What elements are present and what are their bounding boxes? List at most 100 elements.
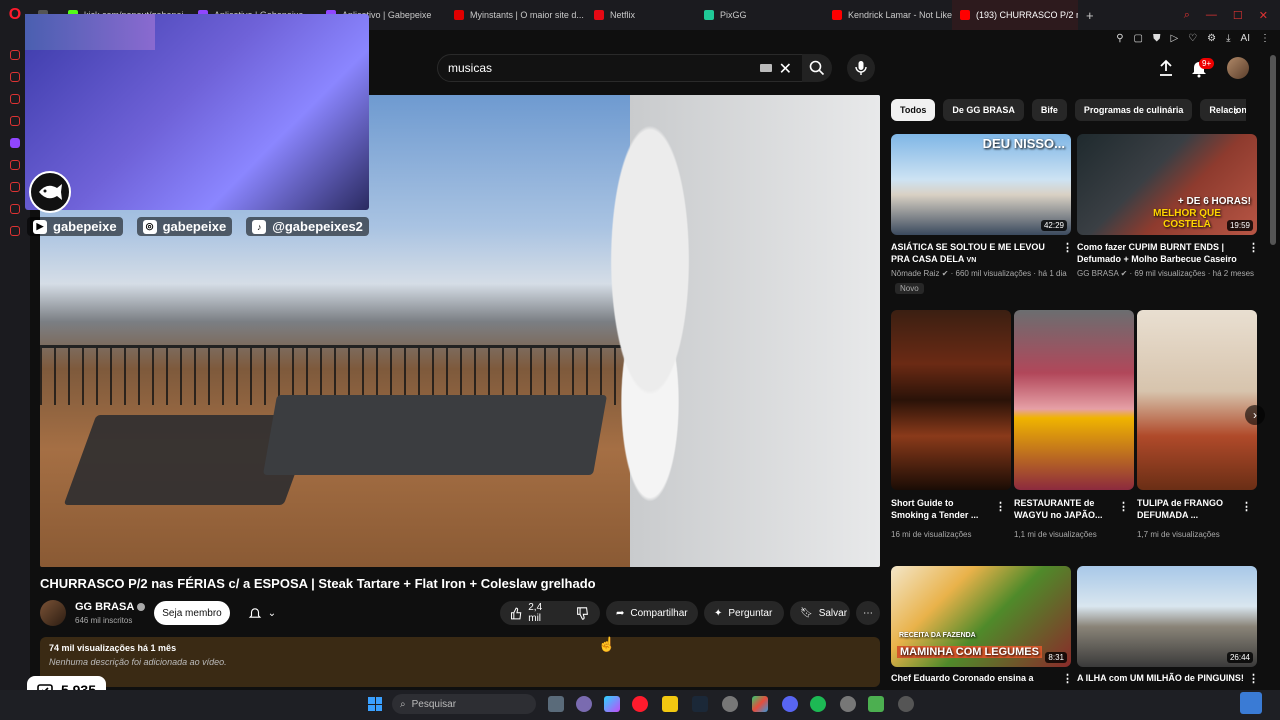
shorts-next-button[interactable]: › [1245, 405, 1265, 425]
tab-churrasco-active[interactable]: (193) CHURRASCO P/2 na... [952, 0, 1078, 30]
channel-avatar[interactable] [40, 600, 66, 626]
shield-icon[interactable]: ⛊ [1153, 33, 1161, 44]
short-menu-icon[interactable]: ⋮ [1118, 500, 1129, 513]
chip-programas-culinaria[interactable]: Programas de culinária [1074, 99, 1193, 121]
minimize-icon[interactable]: — [1206, 9, 1217, 22]
search-input[interactable]: musicas ✕ [437, 54, 803, 82]
more-actions-button[interactable]: ⋯ [856, 601, 880, 625]
chip-todos[interactable]: Todos [891, 99, 936, 121]
discord-icon[interactable] [782, 696, 798, 712]
channel-name[interactable]: GG BRASA [75, 601, 146, 613]
ask-button[interactable]: ✦ Perguntar [704, 601, 784, 625]
rec-menu-icon[interactable]: ⋮ [1248, 672, 1259, 685]
rec-title[interactable]: Chef Eduardo Coronado ensina a [891, 672, 1061, 684]
short-thumbnail[interactable] [891, 310, 1011, 490]
sidebar-app-icon[interactable] [10, 72, 20, 82]
opera-icon[interactable] [632, 696, 648, 712]
download-icon[interactable]: ⤓ [1226, 33, 1230, 44]
taskbar-app-icon[interactable] [868, 696, 884, 712]
system-tray-icon[interactable] [1240, 692, 1262, 714]
description-text: Nenhuma descrição foi adicionada ao víde… [49, 657, 227, 667]
subscription-bell-button[interactable]: ⌄ [240, 601, 284, 625]
taskbar-app-icon[interactable] [898, 696, 914, 712]
stream-socials: ▶ gabepeixe ◎ gabepeixe ♪ @gabepeixes2 [27, 217, 369, 236]
tab-myinstants[interactable]: Myinstants | O maior site d... [446, 0, 586, 30]
short-menu-icon[interactable]: ⋮ [995, 500, 1006, 513]
chip-de-gg-brasa[interactable]: De GG BRASA [943, 99, 1024, 121]
maximize-icon[interactable]: ☐ [1233, 9, 1243, 22]
rec-channel[interactable]: GG BRASA [1077, 269, 1118, 278]
short-menu-icon[interactable]: ⋮ [1241, 500, 1252, 513]
short-title[interactable]: RESTAURANTE de WAGYU no JAPÃO... [1014, 497, 1118, 521]
tab-netflix[interactable]: Netflix [586, 0, 696, 30]
sidebar-app-icon[interactable] [10, 182, 20, 192]
page-scrollbar[interactable] [1270, 55, 1276, 245]
more-icon: ⋯ [863, 607, 873, 619]
tab-label: Kendrick Lamar - Not Like... [848, 10, 952, 20]
short-title[interactable]: Short Guide to Smoking a Tender ... [891, 497, 991, 521]
spotify-icon[interactable] [810, 696, 826, 712]
short-views: 16 mi de visualizações [891, 530, 972, 539]
taskbar-app-icon[interactable] [722, 696, 738, 712]
ai-button[interactable]: AI [1241, 33, 1250, 44]
rec-channel[interactable]: Nômade Raiz [891, 269, 939, 278]
account-avatar[interactable] [1227, 57, 1249, 79]
settings-icon[interactable] [10, 226, 20, 236]
filter-chips: Todos De GG BRASA Bife Programas de culi… [891, 99, 1246, 121]
twitch-icon[interactable] [10, 138, 20, 148]
chip-relacionado[interactable]: Relacionado [1200, 99, 1246, 121]
tab-pixgg[interactable]: PixGG [696, 0, 824, 30]
sidebar-app-icon[interactable] [10, 204, 20, 214]
taskbar-search[interactable]: ⌕ Pesquisar [392, 694, 536, 714]
windows-start-icon[interactable] [368, 697, 382, 711]
rec-thumbnail[interactable]: 26:44 [1077, 566, 1257, 667]
snapshot-icon[interactable]: ▢ [1134, 33, 1143, 44]
pin-icon[interactable]: ⚲ [1116, 33, 1123, 44]
extensions-icon[interactable]: ⚙ [1207, 33, 1216, 44]
sidebar-app-icon[interactable] [10, 160, 20, 170]
sidebar-app-icon[interactable] [10, 116, 20, 126]
short-title[interactable]: TULIPA de FRANGO DEFUMADA ... [1137, 497, 1241, 521]
share-button[interactable]: ➦ Compartilhar [606, 601, 698, 625]
clear-search-icon[interactable]: ✕ [779, 59, 792, 79]
sidebar-app-icon[interactable] [10, 50, 20, 60]
description-box[interactable]: 74 mil visualizações há 1 mês Nenhuma de… [40, 637, 880, 687]
short-thumbnail[interactable] [1014, 310, 1134, 490]
search-button[interactable] [802, 54, 832, 82]
search-tabs-icon[interactable]: ⌕ [1184, 9, 1190, 22]
taskbar-app-icon[interactable] [752, 696, 768, 712]
rec-title[interactable]: A ILHA com UM MILHÃO de PINGUINS! [1077, 672, 1247, 684]
rec-menu-icon[interactable]: ⋮ [1248, 241, 1259, 254]
rec-title[interactable]: ASIÁTICA SE SOLTOU E ME LEVOU PRA CASA D… [891, 241, 1061, 267]
short-thumbnail[interactable] [1137, 310, 1257, 490]
copilot-icon[interactable] [604, 696, 620, 712]
rec-menu-icon[interactable]: ⋮ [1062, 241, 1073, 254]
task-view-icon[interactable] [548, 696, 564, 712]
like-button[interactable]: 2,4 mil [500, 601, 566, 625]
rec-thumbnail[interactable]: RECEITA DA FAZENDA MAMINHA COM LEGUMES 8… [891, 566, 1071, 667]
file-explorer-icon[interactable] [662, 696, 678, 712]
save-button[interactable]: 🔖︎ Salvar [790, 601, 850, 625]
join-member-button[interactable]: Seja membro [154, 601, 230, 625]
taskbar-app-icon[interactable] [840, 696, 856, 712]
keyboard-icon[interactable] [760, 64, 772, 72]
menu-icon[interactable]: ⋮ [1260, 33, 1270, 44]
sidebar-app-icon[interactable] [10, 94, 20, 104]
rec-menu-icon[interactable]: ⋮ [1062, 672, 1073, 685]
rec-thumbnail[interactable]: DEU NISSO... 42:29 [891, 134, 1071, 235]
steam-icon[interactable] [692, 696, 708, 712]
upload-icon[interactable] [1156, 58, 1176, 78]
rec-title[interactable]: Como fazer CUPIM BURNT ENDS | Defumado +… [1077, 241, 1245, 265]
heart-icon[interactable]: ♡ [1188, 33, 1197, 44]
voice-search-button[interactable] [847, 54, 875, 82]
taskbar-app-icon[interactable] [576, 696, 592, 712]
chip-bife[interactable]: Bife [1031, 99, 1067, 121]
dislike-button[interactable] [566, 601, 600, 625]
rec-thumbnail[interactable]: + DE 6 HORAS! MELHOR QUE COSTELA 19:59 [1077, 134, 1257, 235]
new-tab-button[interactable]: + [1078, 0, 1102, 30]
play-icon[interactable]: ▷ [1170, 33, 1178, 44]
tab-kendrick[interactable]: Kendrick Lamar - Not Like... [824, 0, 952, 30]
video-pool-cover [262, 395, 608, 475]
chevron-right-icon[interactable]: › [1234, 102, 1239, 118]
close-icon[interactable]: ✕ [1259, 9, 1268, 22]
